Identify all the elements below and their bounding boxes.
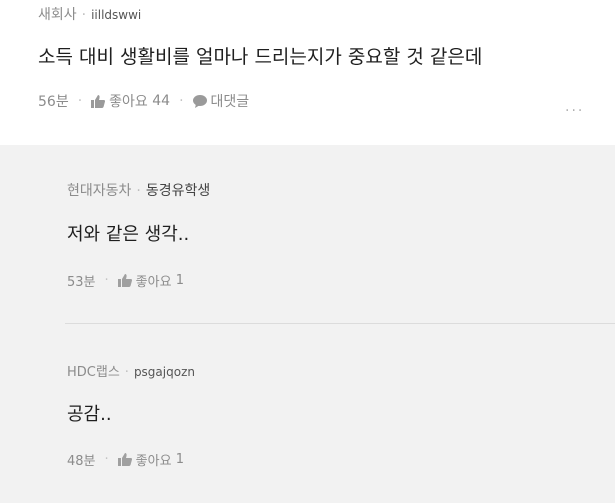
- author-name[interactable]: psgajqozn: [134, 365, 195, 379]
- reply-actions: 48분 · 좋아요 1: [67, 450, 184, 469]
- like-button[interactable]: 좋아요 1: [117, 450, 184, 469]
- reply-text: 저와 같은 생각..: [67, 224, 190, 245]
- like-label: 좋아요: [135, 454, 172, 469]
- action-separator: ·: [104, 273, 109, 288]
- meta-separator: ·: [124, 365, 129, 380]
- author-name[interactable]: 동경유학생: [146, 183, 210, 199]
- action-separator: ·: [104, 452, 109, 467]
- thumbs-up-icon: [117, 453, 132, 466]
- like-label: 좋아요: [135, 275, 172, 290]
- company-name: 현대자동차: [67, 183, 132, 199]
- comment-actions: 56분 · 좋아요 44 · 대댓글: [38, 91, 249, 111]
- thumbs-up-icon: [117, 274, 132, 287]
- like-label: 좋아요: [109, 94, 148, 110]
- company-name: 새회사: [38, 7, 77, 23]
- like-button[interactable]: 좋아요 44: [91, 91, 170, 111]
- reply-divider: [65, 323, 615, 324]
- more-dots-icon[interactable]: ···: [565, 103, 595, 119]
- like-count: 1: [175, 273, 184, 288]
- like-button[interactable]: 좋아요 1: [117, 271, 184, 290]
- comment-text: 소득 대비 생활비를 얼마나 드리는지가 중요할 것 같은데: [38, 46, 483, 68]
- author-name[interactable]: iilldswwi: [91, 8, 141, 22]
- comment-card: 새회사 · iilldswwi 소득 대비 생활비를 얼마나 드리는지가 중요할 것…: [0, 0, 615, 145]
- meta-separator: ·: [136, 183, 141, 199]
- reply-text: 공감..: [67, 404, 112, 425]
- comment-time: 56분: [38, 94, 69, 110]
- speech-bubble-icon: [192, 94, 207, 108]
- meta-separator: ·: [81, 7, 87, 23]
- company-name: HDC랩스: [67, 365, 120, 380]
- reply-meta: 현대자동차 · 동경유학생: [67, 180, 210, 200]
- comment-meta: 새회사 · iilldswwi: [38, 4, 141, 24]
- action-separator: ·: [179, 93, 184, 109]
- reply-actions: 53분 · 좋아요 1: [67, 271, 184, 290]
- action-separator: ·: [77, 93, 83, 109]
- reply-time: 48분: [67, 454, 96, 469]
- like-count: 44: [152, 93, 171, 109]
- reply-label: 대댓글: [210, 94, 250, 110]
- reply-button[interactable]: 대댓글: [192, 91, 250, 111]
- reply-time: 53분: [67, 275, 96, 290]
- reply-meta: HDC랩스 · psgajqozn: [67, 361, 195, 380]
- replies-section: 현대자동차 · 동경유학생 저와 같은 생각.. 53분 · 좋아요 1 HDC랩스…: [0, 145, 615, 503]
- like-count: 1: [175, 452, 184, 467]
- thumbs-up-icon: [91, 94, 106, 108]
